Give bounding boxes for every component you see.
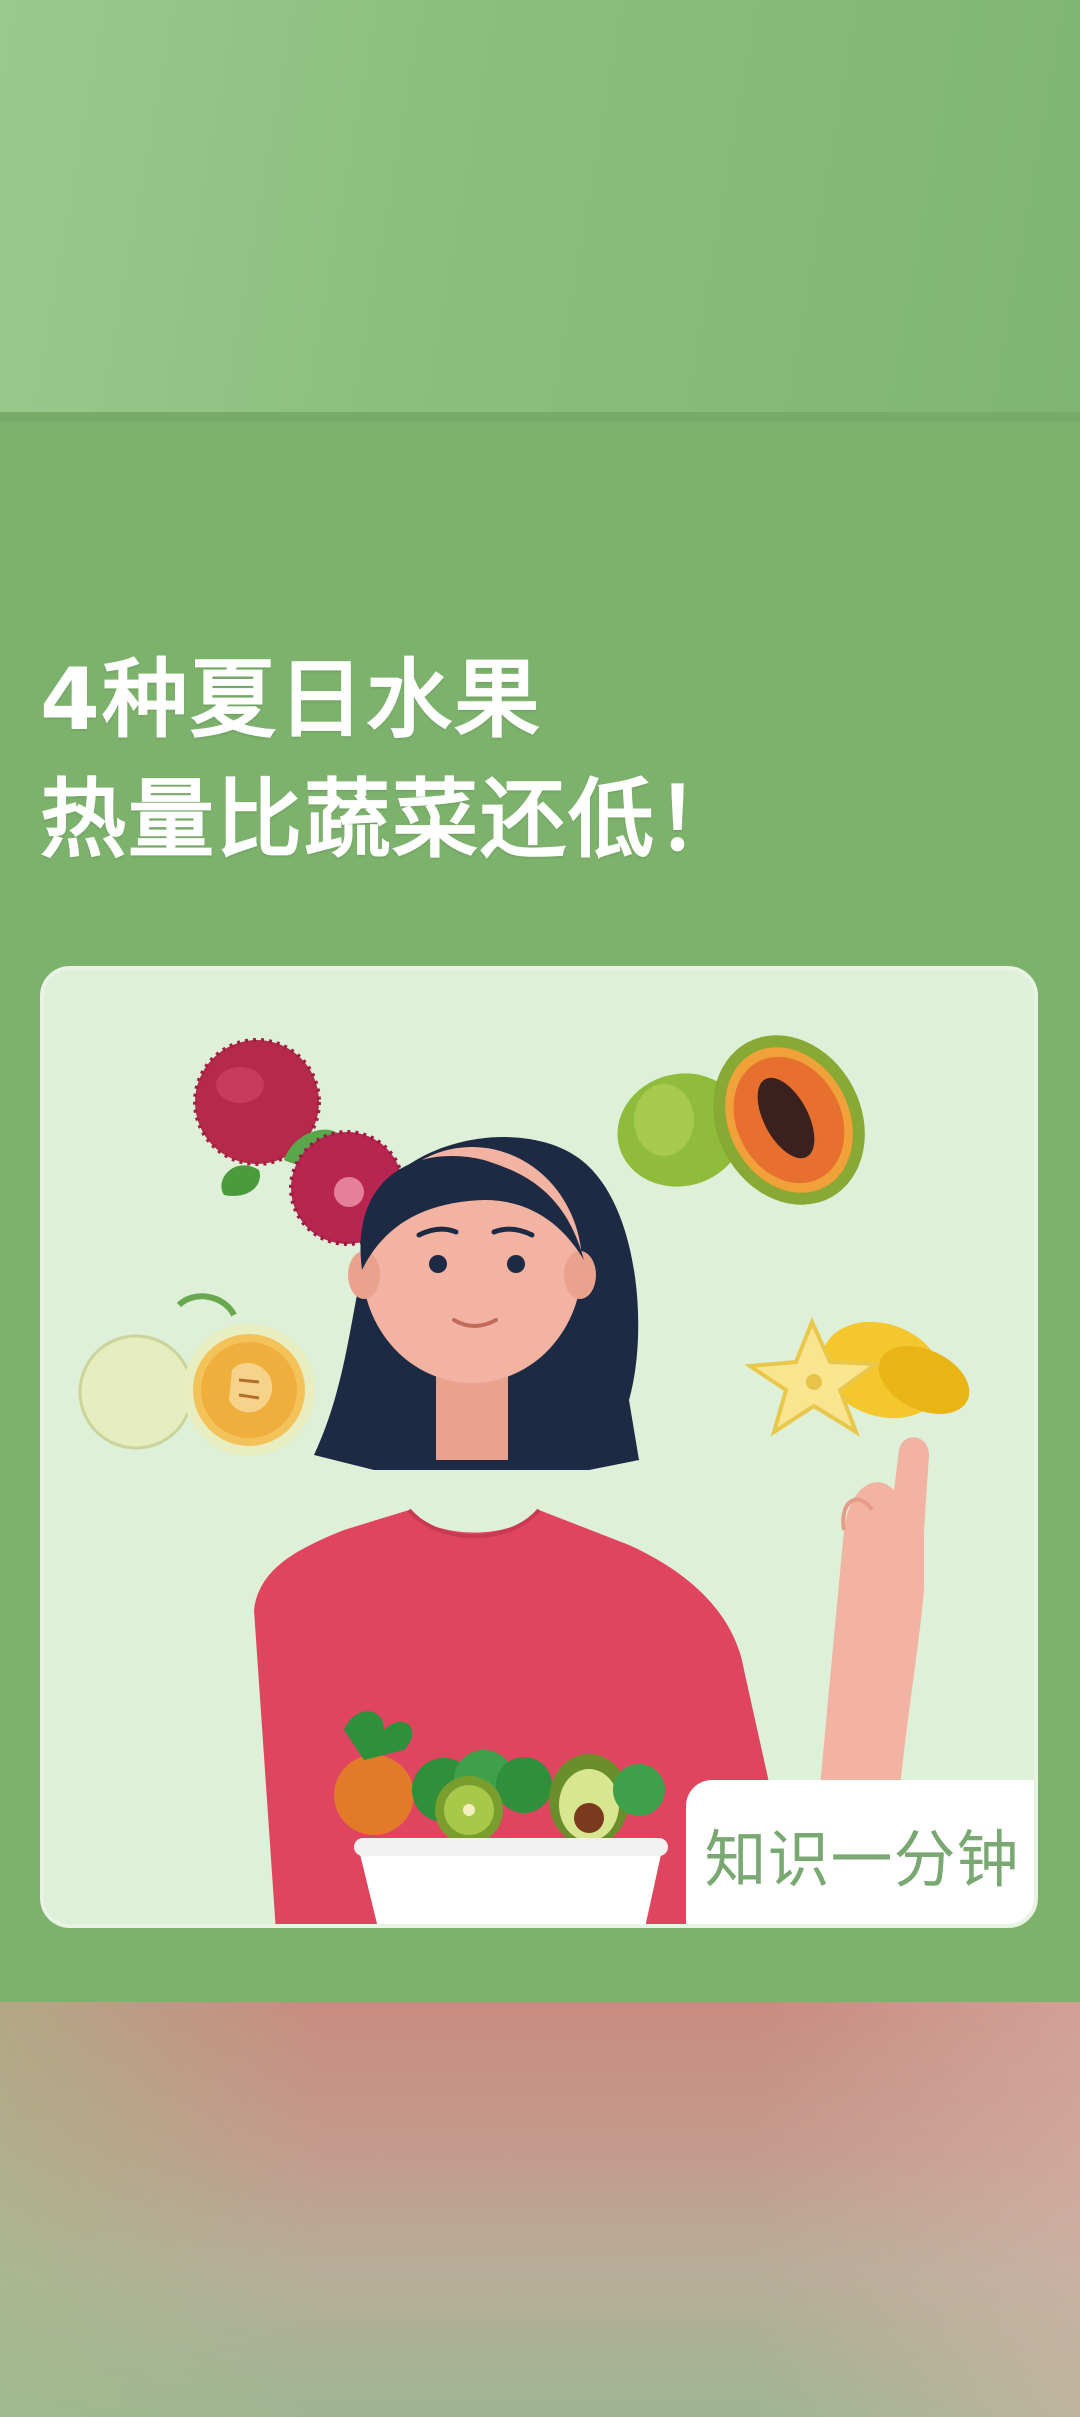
illustration-card: 知识一分钟 <box>40 966 1038 1928</box>
headline-line-1: 4种夏日水果 <box>40 650 542 750</box>
channel-badge: 知识一分钟 <box>686 1780 1034 1924</box>
starfruit-icon <box>744 1316 970 1437</box>
headline: 4种夏日水果 热量比蔬菜还低！ <box>40 640 744 880</box>
top-blur-band <box>0 0 1080 412</box>
channel-badge-label: 知识一分钟 <box>704 1823 1020 1896</box>
bottom-blur-band <box>0 2002 1080 2417</box>
cantaloupe-icon <box>78 1293 315 1456</box>
papaya-icon <box>617 1035 865 1205</box>
headline-line-2: 热量比蔬菜还低！ <box>40 770 744 870</box>
